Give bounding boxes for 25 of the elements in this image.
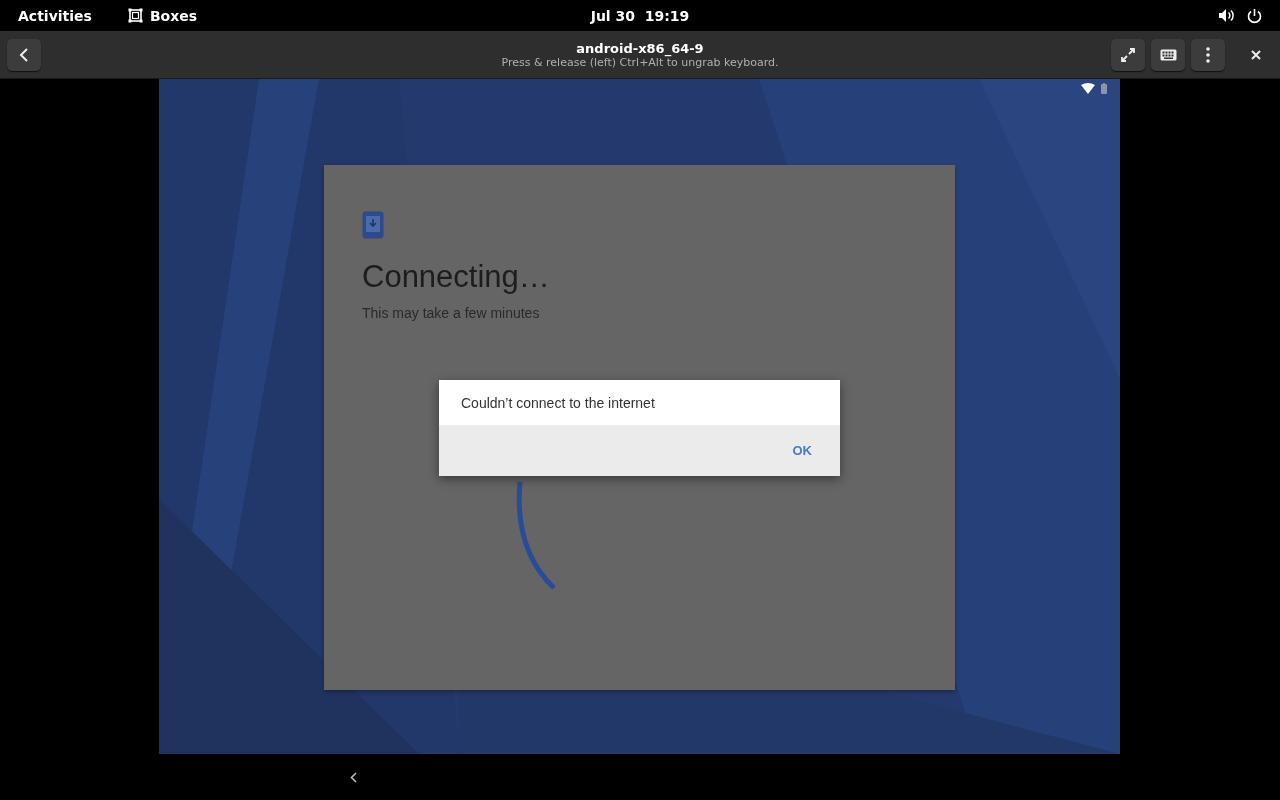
boxes-app-icon [127,8,143,23]
heading: Connecting… [362,259,550,295]
power-icon[interactable] [1247,7,1262,24]
menu-icon [1206,46,1210,63]
menu-button[interactable] [1191,38,1225,71]
keyboard-button[interactable] [1151,38,1185,71]
clock[interactable]: Jul 30 19:19 [590,7,690,24]
window-title: android-x86_64-9 [576,40,704,56]
battery-icon [1101,83,1107,94]
wifi-icon [1081,83,1095,94]
back-button[interactable] [7,38,41,71]
close-icon [1251,49,1261,60]
dialog-message: Couldn’t connect to the internet [461,394,655,411]
window-subtitle: Press & release (left) Ctrl+Alt to ungrab keyboard. [501,55,779,69]
activities-button[interactable]: Activities [18,7,92,24]
phone-download-icon [362,211,384,239]
fullscreen-button[interactable] [1111,38,1145,71]
volume-icon[interactable] [1218,8,1235,23]
chevron-left-icon [19,47,29,62]
subheading: This may take a few minutes [362,305,540,321]
keyboard-icon [1159,48,1177,61]
ok-button[interactable]: OK [786,439,818,462]
app-menu-label[interactable]: Boxes [149,7,198,24]
back-icon[interactable] [350,771,357,783]
expand-icon [1120,46,1136,63]
